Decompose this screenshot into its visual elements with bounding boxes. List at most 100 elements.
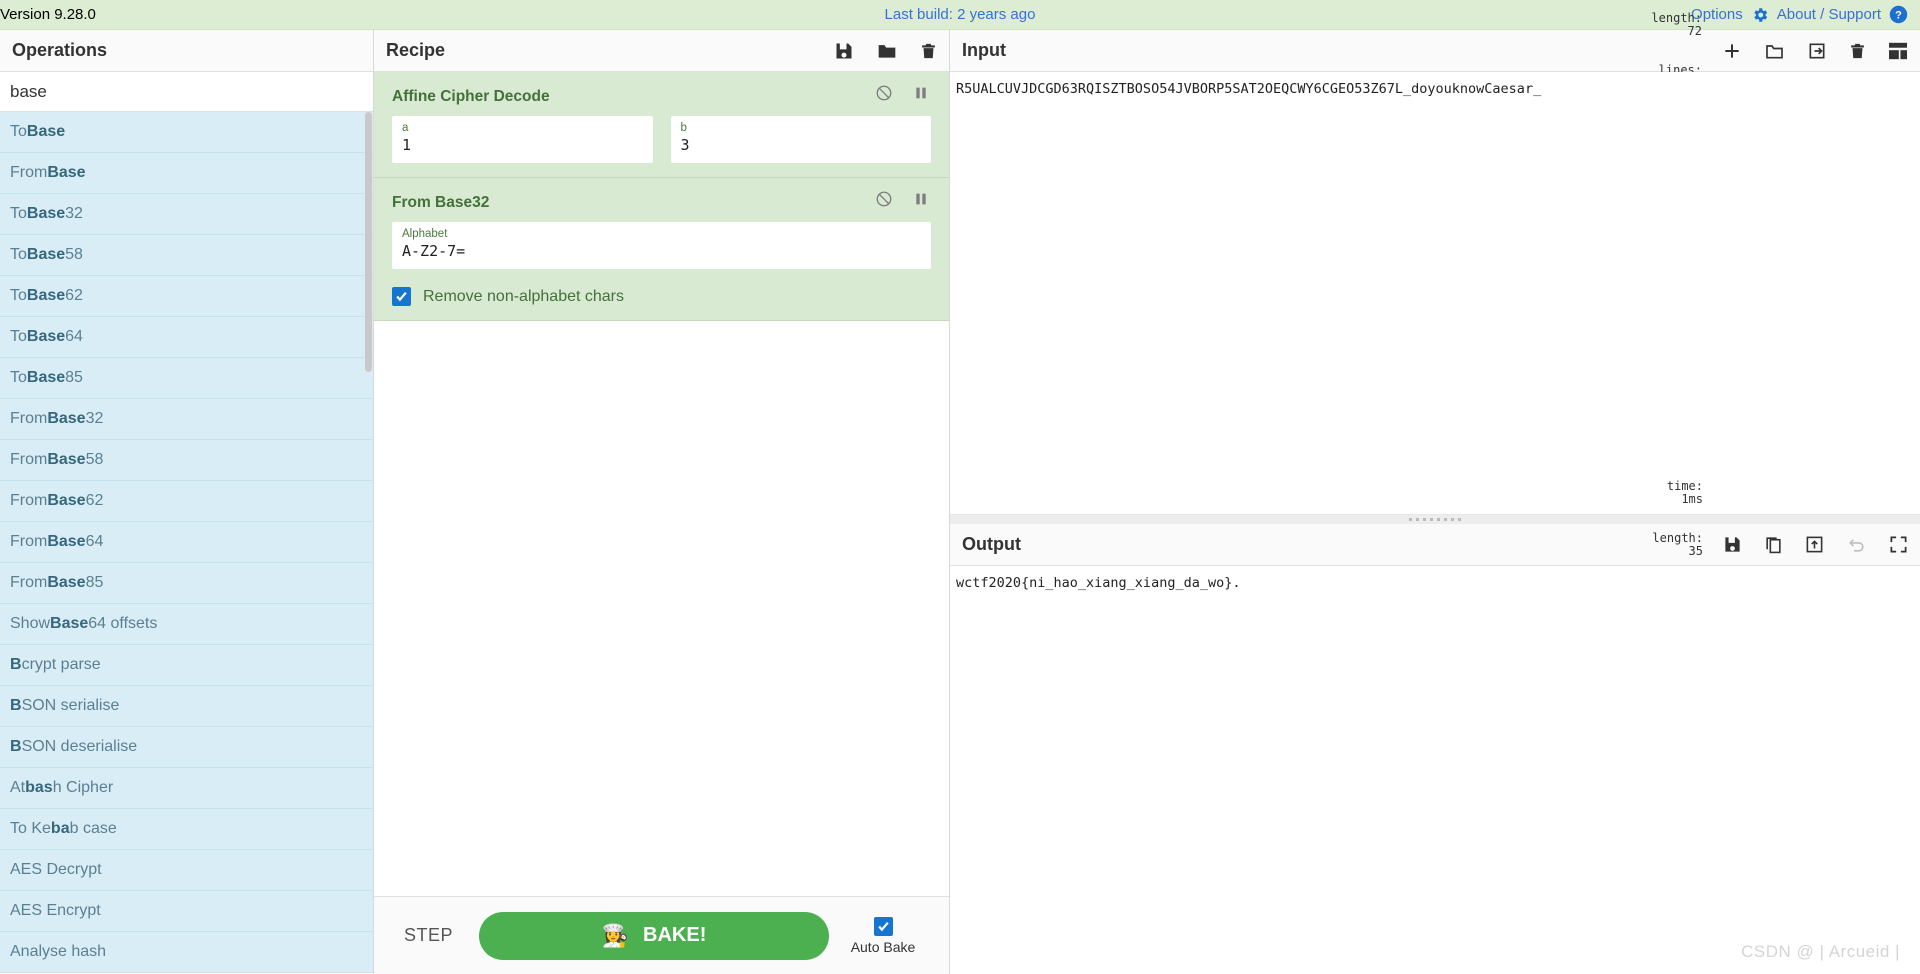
recipe-argument[interactable]: b xyxy=(670,116,931,163)
operation-list-item[interactable]: Analyse hash xyxy=(0,932,373,973)
operation-list-item[interactable]: From Base 62 xyxy=(0,481,373,522)
operations-list: To Base From Base To Base 32 To Base 58 To Bas… xyxy=(0,112,373,974)
recipe-title: Recipe xyxy=(386,40,446,60)
bake-label: BAKE! xyxy=(643,924,707,946)
main-columns: Operations To BaseFrom BaseTo Base32To B… xyxy=(0,11,1920,974)
bake-button[interactable]: 👩‍🍳 BAKE! xyxy=(479,911,829,960)
recipe-operation[interactable]: Affine Cipher Decodeab xyxy=(374,72,949,178)
recipe-operation-title: Affine Cipher Decode xyxy=(392,88,550,105)
recipe-argument-input[interactable] xyxy=(680,135,921,155)
output-time-label: time: xyxy=(1666,478,1703,493)
operation-list-item[interactable]: B SON serialise xyxy=(0,686,373,727)
recipe-argument-label: b xyxy=(680,122,687,134)
operation-list-item[interactable]: B SON deserialise xyxy=(0,727,373,768)
input-panel: Input length: 72 lines: 1 xyxy=(950,11,1920,515)
input-title: Input xyxy=(962,40,1006,60)
trash-icon[interactable] xyxy=(1849,41,1866,61)
operation-list-item[interactable]: To Base 58 xyxy=(0,235,373,276)
splitter-grip xyxy=(1409,518,1461,521)
input-length-label: length: xyxy=(1651,10,1702,25)
recipe-checkbox-label: Remove non-alphabet chars xyxy=(423,287,625,305)
operations-title: Operations xyxy=(0,30,373,72)
recipe-argument-label: a xyxy=(402,122,409,134)
output-length-label: length: xyxy=(1652,530,1703,545)
recipe-header-icons xyxy=(834,41,937,61)
output-textarea[interactable]: wctf2020{ni_hao_xiang_xiang_da_wo}. xyxy=(950,566,1920,974)
recipe-argument[interactable]: Alphabet xyxy=(392,222,931,269)
search-row xyxy=(0,72,373,112)
auto-bake-checkbox[interactable] xyxy=(873,916,893,936)
operation-list-item[interactable]: To Base 62 xyxy=(0,276,373,317)
operation-list-item[interactable]: Show Base 64 offsets xyxy=(0,604,373,645)
io-splitter[interactable] xyxy=(950,515,1920,524)
recipe-checkbox-row[interactable]: Remove non-alphabet chars xyxy=(392,269,931,306)
recipe-pane: Recipe Affine Cipher Decode a 1 b 3 From… xyxy=(374,30,950,974)
recipe-footer: STEP 👩‍🍳 BAKE! Auto Bake xyxy=(374,896,949,974)
input-header: Input length: 72 lines: 1 xyxy=(950,11,1920,89)
operation-list-item[interactable]: From Base 32 xyxy=(0,399,373,440)
recipe-operations-list[interactable]: Affine Cipher DecodeabFrom Base32Alphabe… xyxy=(374,72,949,896)
output-title: Output xyxy=(962,534,1021,554)
operation-list-item[interactable]: AES Decrypt xyxy=(0,850,373,891)
replace-input-icon[interactable] xyxy=(1805,535,1824,554)
trash-icon[interactable] xyxy=(920,41,937,61)
operation-list-item[interactable]: From Base xyxy=(0,153,373,194)
tab-layout-icon[interactable] xyxy=(1888,42,1908,60)
recipe-argument-label: Alphabet xyxy=(402,228,448,240)
cyberchef-app: Version 9.28.0 Last build: 2 years ago O… xyxy=(0,0,1920,974)
output-panel: Output time: 1ms length: 35 lines: 1 xyxy=(950,479,1920,974)
input-textarea[interactable]: R5UALCUVJDCGD63RQISZTBOSO54JVBORP5SAT2OE… xyxy=(950,72,1920,514)
recipe-argument-input[interactable] xyxy=(402,135,643,155)
operation-list-item[interactable]: From Base 85 xyxy=(0,563,373,604)
recipe-argument-row: ab xyxy=(392,116,931,163)
pause-breakpoint-icon[interactable] xyxy=(913,190,929,208)
search-input[interactable] xyxy=(0,81,373,102)
operation-list-item[interactable]: AES Encrypt xyxy=(0,891,373,932)
io-pane: Input length: 72 lines: 1 xyxy=(950,11,1920,974)
operation-list-item[interactable]: To Base xyxy=(0,112,373,153)
auto-bake-toggle[interactable]: Auto Bake xyxy=(829,916,937,955)
output-header-icons xyxy=(1723,535,1908,554)
operation-list-item[interactable]: To Base 85 xyxy=(0,358,373,399)
recipe-operation-controls xyxy=(875,190,929,208)
operation-list-item[interactable]: From Base 64 xyxy=(0,522,373,563)
pause-breakpoint-icon[interactable] xyxy=(913,84,929,102)
undo-icon[interactable] xyxy=(1846,535,1867,554)
disable-operation-icon[interactable] xyxy=(875,190,893,208)
watermark: CSDN @ | Arcueid | xyxy=(1741,942,1900,961)
folder-icon[interactable] xyxy=(876,41,898,61)
chef-icon: 👩‍🍳 xyxy=(601,922,630,948)
recipe-argument-row: Alphabet xyxy=(392,222,931,269)
maximise-icon[interactable] xyxy=(1889,535,1908,554)
step-button[interactable]: STEP xyxy=(386,925,479,946)
recipe-header: Recipe xyxy=(374,30,949,72)
plus-icon[interactable] xyxy=(1722,41,1742,61)
remove-non-alphabet-checkbox[interactable] xyxy=(392,287,411,306)
copy-icon[interactable] xyxy=(1764,535,1783,554)
operations-pane: Operations To BaseFrom BaseTo Base32To B… xyxy=(0,30,374,974)
operation-list-item[interactable]: To Ke ba b case xyxy=(0,809,373,850)
operation-list-item[interactable]: Bcrypt parse xyxy=(0,645,373,686)
operation-list-item[interactable]: To Base 64 xyxy=(0,317,373,358)
input-length-value: 72 xyxy=(1687,23,1702,38)
operation-list-item[interactable]: From Base 58 xyxy=(0,440,373,481)
disable-operation-icon[interactable] xyxy=(875,84,893,102)
open-folder-as-input-icon[interactable] xyxy=(1807,41,1827,61)
output-length-value: 35 xyxy=(1688,543,1703,558)
auto-bake-label: Auto Bake xyxy=(850,938,916,955)
recipe-argument-input[interactable] xyxy=(402,241,921,261)
io-wrapper: Input length: 72 lines: 1 xyxy=(950,11,1920,974)
recipe-operation-controls xyxy=(875,84,929,102)
recipe-operation-title: From Base32 xyxy=(392,194,490,211)
folder-open-icon[interactable] xyxy=(1764,41,1785,61)
save-icon[interactable] xyxy=(834,41,854,61)
operations-scrollbar[interactable] xyxy=(365,112,372,372)
save-icon[interactable] xyxy=(1723,535,1742,554)
output-header: Output time: 1ms length: 35 lines: 1 xyxy=(950,479,1920,609)
recipe-operation[interactable]: From Base32 Alphabet Remove non-alphabet c… xyxy=(374,178,949,321)
operation-list-item[interactable]: At bas h Cipher xyxy=(0,768,373,809)
output-time-value: 1ms xyxy=(1681,491,1703,506)
input-header-icons xyxy=(1722,41,1908,61)
recipe-argument[interactable]: a xyxy=(392,116,653,163)
operation-list-item[interactable]: To Base 32 xyxy=(0,194,373,235)
